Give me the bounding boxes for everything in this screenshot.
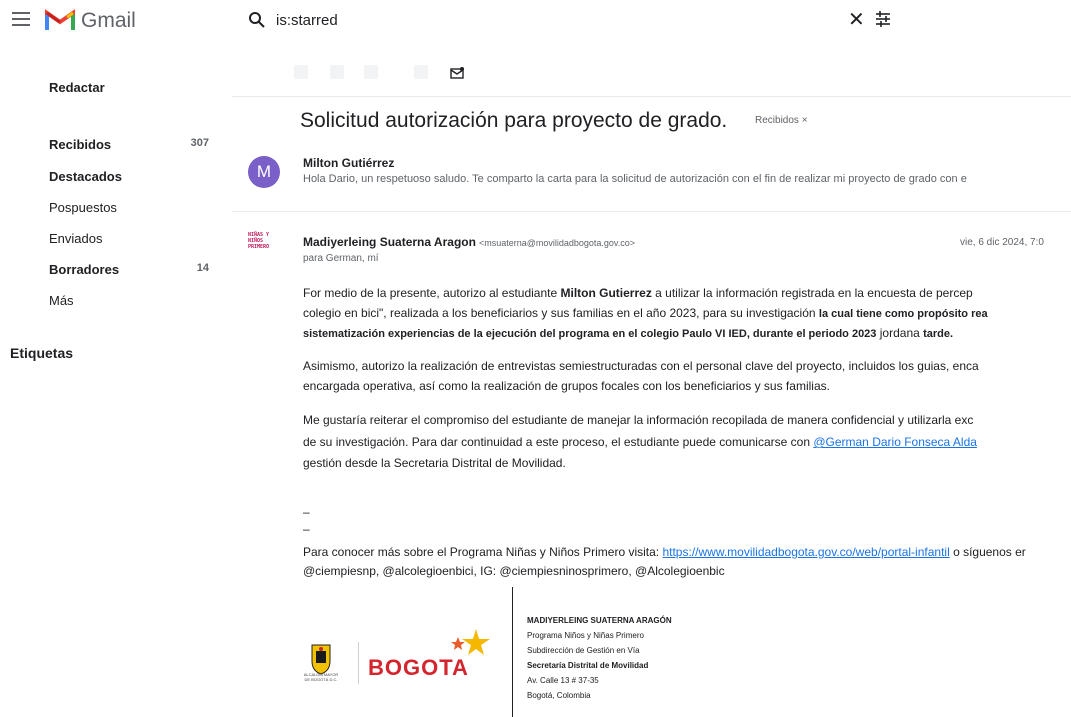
body-line: colegio en bici", realizada a los benefi…	[303, 306, 988, 320]
sender-name[interactable]: Madiyerleing Suaterna Aragon	[303, 235, 476, 249]
search-options-icon[interactable]	[874, 10, 892, 28]
delete-icon[interactable]	[414, 65, 428, 79]
logo-separator	[358, 642, 359, 684]
message-snippet[interactable]: Hola Dario, un respetuoso saludo. Te com…	[303, 173, 1063, 185]
sidebar-item-inbox[interactable]: Recibidos 307	[49, 137, 209, 152]
sidebar-item-label: Destacados	[49, 169, 122, 184]
sender-email: <msuaterna@movilidadbogota.gov.co>	[478, 238, 636, 248]
search-icon[interactable]	[248, 11, 266, 29]
portal-link[interactable]: https://www.movilidadbogota.gov.co/web/p…	[662, 545, 949, 559]
divider	[232, 96, 1071, 97]
body-line: Para conocer más sobre el Programa Niñas…	[303, 545, 1026, 559]
star-icon	[451, 629, 490, 655]
signature-name: MADIYERLEING SUATERNA ARAGÓN	[527, 616, 672, 625]
back-icon[interactable]	[294, 65, 308, 79]
signature-line: Programa Niños y Niñas Primero	[527, 631, 644, 640]
gmail-logo-icon[interactable]	[45, 9, 75, 31]
signature-divider	[512, 587, 513, 717]
label-chip[interactable]: Recibidos ×	[755, 115, 808, 126]
sidebar-item-label: Más	[49, 293, 74, 308]
archive-icon[interactable]	[330, 65, 344, 79]
message-date: vie, 6 dic 2024, 7:0	[960, 237, 1044, 248]
clear-search-icon[interactable]: ✕	[848, 10, 865, 30]
body-line: For medio de la presente, autorizo al es…	[303, 286, 973, 300]
signature-line: Secretaría Distrital de Movilidad	[527, 661, 649, 670]
top-bar: Gmail is:starred ✕	[0, 0, 1071, 44]
signature-block: MADIYERLEING SUATERNA ARAGÓN Programa Ni…	[527, 613, 672, 703]
sender-name[interactable]: Milton Gutiérrez	[303, 156, 394, 170]
labels-heading: Etiquetas	[10, 345, 74, 361]
sidebar-item-drafts[interactable]: Borradores 14	[49, 262, 209, 277]
search-input[interactable]: is:starred	[276, 12, 338, 29]
body-line: gestión desde la Secretaria Distrital de…	[303, 456, 566, 470]
mark-unread-icon[interactable]	[450, 67, 464, 79]
body-line: sistematización experiencias de la ejecu…	[303, 326, 954, 340]
sidebar-item-label: Pospuestos	[49, 200, 117, 215]
app-name[interactable]: Gmail	[81, 9, 136, 33]
thread-subject: Solicitud autorización para proyecto de …	[300, 109, 728, 132]
avatar[interactable]: M	[248, 156, 280, 188]
sidebar-item-snoozed[interactable]: Pospuestos	[49, 200, 209, 215]
body-line: Me gustaría reiterar el compromiso del e…	[303, 413, 974, 427]
sidebar-item-label: Recibidos	[49, 137, 112, 152]
body-line: @ciempiesnp, @alcolegioenbici, IG: @ciem…	[303, 564, 725, 578]
signature-line: Bogotá, Colombia	[527, 691, 591, 700]
unread-count: 307	[190, 137, 209, 149]
sidebar-item-more[interactable]: Más	[49, 293, 209, 308]
sidebar-item-starred[interactable]: Destacados	[49, 169, 209, 184]
mention-link[interactable]: @German Dario Fonseca Alda	[813, 435, 977, 449]
signature-line: Av. Calle 13 # 37-35	[527, 676, 599, 685]
body-line: encargada operativa, así como la realiza…	[303, 379, 830, 393]
signature-dash: –	[303, 522, 310, 536]
compose-button[interactable]: Redactar	[49, 80, 105, 95]
divider	[232, 211, 1071, 212]
menu-icon[interactable]	[12, 12, 30, 26]
body-line: Asimismo, autorizo la realización de ent…	[303, 359, 979, 373]
sidebar-item-label: Enviados	[49, 231, 103, 246]
sidebar-item-label: Borradores	[49, 262, 120, 277]
drafts-count: 14	[196, 262, 209, 274]
report-spam-icon[interactable]	[364, 65, 378, 79]
body-line: de su investigación. Para dar continuida…	[303, 435, 977, 449]
crest-caption: ALCALDÍA MAYOR DE BOGOTÁ D.C.	[303, 672, 339, 682]
recipients-line[interactable]: para German, mí	[303, 253, 379, 264]
sidebar-item-sent[interactable]: Enviados	[49, 231, 209, 246]
sender-line: Madiyerleing Suaterna Aragon <msuaterna@m…	[303, 235, 635, 249]
signature-line: Subdirección de Gestión en Vía	[527, 646, 640, 655]
avatar[interactable]: NIÑAS Y NIÑOS PRIMERO	[248, 232, 280, 264]
